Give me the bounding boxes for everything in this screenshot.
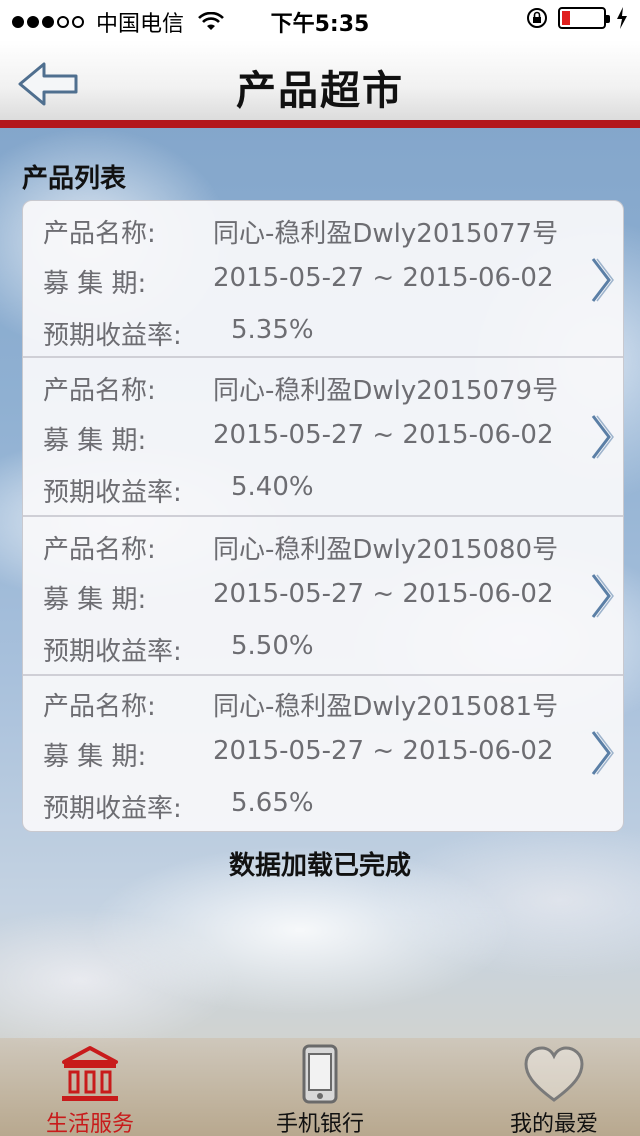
product-name-label: 产品名称: [43, 376, 156, 406]
expected-rate-value: 5.35% [231, 315, 314, 345]
product-name-value: 同心-稳利盈Dwly2015081号 [213, 692, 559, 722]
offering-period-label: 募 集 期: [43, 426, 147, 456]
battery-level [562, 11, 570, 25]
tab-life-services[interactable]: 生活服务 [0, 1038, 180, 1136]
chevron-right-icon [591, 731, 614, 775]
expected-rate-row: 预期收益率: 5.50% [43, 631, 314, 668]
status-bar: 中国电信 下午5:35 [0, 0, 640, 40]
offering-period-label: 募 集 期: [43, 269, 147, 299]
offering-period-row: 募 集 期: 2015-05-27 ~ 2015-06-02 [43, 579, 554, 616]
chevron-right-icon [591, 574, 614, 618]
expected-rate-label: 预期收益率: [43, 637, 182, 667]
expected-rate-row: 预期收益率: 5.40% [43, 472, 314, 509]
chevron-right-icon [591, 415, 614, 459]
offering-period-row: 募 集 期: 2015-05-27 ~ 2015-06-02 [43, 736, 554, 773]
battery-icon [558, 7, 610, 29]
tab-my-favorites[interactable]: 我的最爱 [464, 1038, 640, 1136]
product-name-value: 同心-稳利盈Dwly2015079号 [213, 376, 559, 406]
mobile-phone-icon [302, 1044, 338, 1104]
offering-period-row: 募 集 期: 2015-05-27 ~ 2015-06-02 [43, 420, 554, 457]
product-list: 产品名称: 同心-稳利盈Dwly2015077号 募 集 期: 2015-05-… [22, 200, 624, 832]
expected-rate-label: 预期收益率: [43, 478, 182, 508]
rotation-lock-icon [527, 8, 547, 28]
product-name-value: 同心-稳利盈Dwly2015080号 [213, 535, 559, 565]
product-item[interactable]: 产品名称: 同心-稳利盈Dwly2015081号 募 集 期: 2015-05-… [23, 676, 623, 831]
tab-label: 生活服务 [45, 1112, 134, 1136]
product-name-value: 同心-稳利盈Dwly2015077号 [213, 219, 559, 249]
product-name-row: 产品名称: 同心-稳利盈Dwly2015079号 [43, 370, 558, 407]
expected-rate-value: 5.65% [231, 788, 314, 818]
charging-bolt-icon [617, 7, 627, 29]
product-item[interactable]: 产品名称: 同心-稳利盈Dwly2015080号 募 集 期: 2015-05-… [23, 517, 623, 674]
expected-rate-value: 5.50% [231, 631, 314, 661]
tab-bar: 生活服务 手机银行 我的最爱 [0, 1038, 640, 1136]
product-name-label: 产品名称: [43, 535, 156, 565]
page-title: 产品超市 [236, 68, 404, 114]
offering-period-label: 募 集 期: [43, 585, 147, 615]
tab-mobile-banking[interactable]: 手机银行 [230, 1038, 410, 1136]
product-list-title: 产品列表 [22, 164, 127, 194]
nav-red-divider [0, 120, 640, 128]
product-name-label: 产品名称: [43, 692, 156, 722]
tab-label: 我的最爱 [509, 1112, 598, 1136]
chevron-right-icon [591, 258, 614, 302]
bank-building-icon [62, 1046, 118, 1101]
expected-rate-row: 预期收益率: 5.35% [43, 315, 314, 352]
product-item[interactable]: 产品名称: 同心-稳利盈Dwly2015079号 募 集 期: 2015-05-… [23, 358, 623, 515]
product-name-row: 产品名称: 同心-稳利盈Dwly2015077号 [43, 213, 558, 250]
expected-rate-label: 预期收益率: [43, 794, 182, 824]
tab-label: 手机银行 [275, 1112, 364, 1136]
expected-rate-label: 预期收益率: [43, 321, 182, 351]
expected-rate-value: 5.40% [231, 472, 314, 502]
load-status-text: 数据加载已完成 [228, 851, 411, 881]
heart-icon [524, 1046, 584, 1102]
product-name-row: 产品名称: 同心-稳利盈Dwly2015080号 [43, 529, 558, 566]
offering-period-value: 2015-05-27 ~ 2015-06-02 [213, 579, 554, 609]
product-item[interactable]: 产品名称: 同心-稳利盈Dwly2015077号 募 集 期: 2015-05-… [23, 201, 623, 358]
offering-period-value: 2015-05-27 ~ 2015-06-02 [213, 736, 554, 766]
product-name-row: 产品名称: 同心-稳利盈Dwly2015081号 [43, 686, 558, 723]
offering-period-label: 募 集 期: [43, 742, 147, 772]
status-right [526, 7, 628, 29]
expected-rate-row: 预期收益率: 5.65% [43, 788, 314, 825]
product-name-label: 产品名称: [43, 219, 156, 249]
offering-period-value: 2015-05-27 ~ 2015-06-02 [213, 420, 554, 450]
offering-period-value: 2015-05-27 ~ 2015-06-02 [213, 263, 554, 293]
offering-period-row: 募 集 期: 2015-05-27 ~ 2015-06-02 [43, 263, 554, 300]
